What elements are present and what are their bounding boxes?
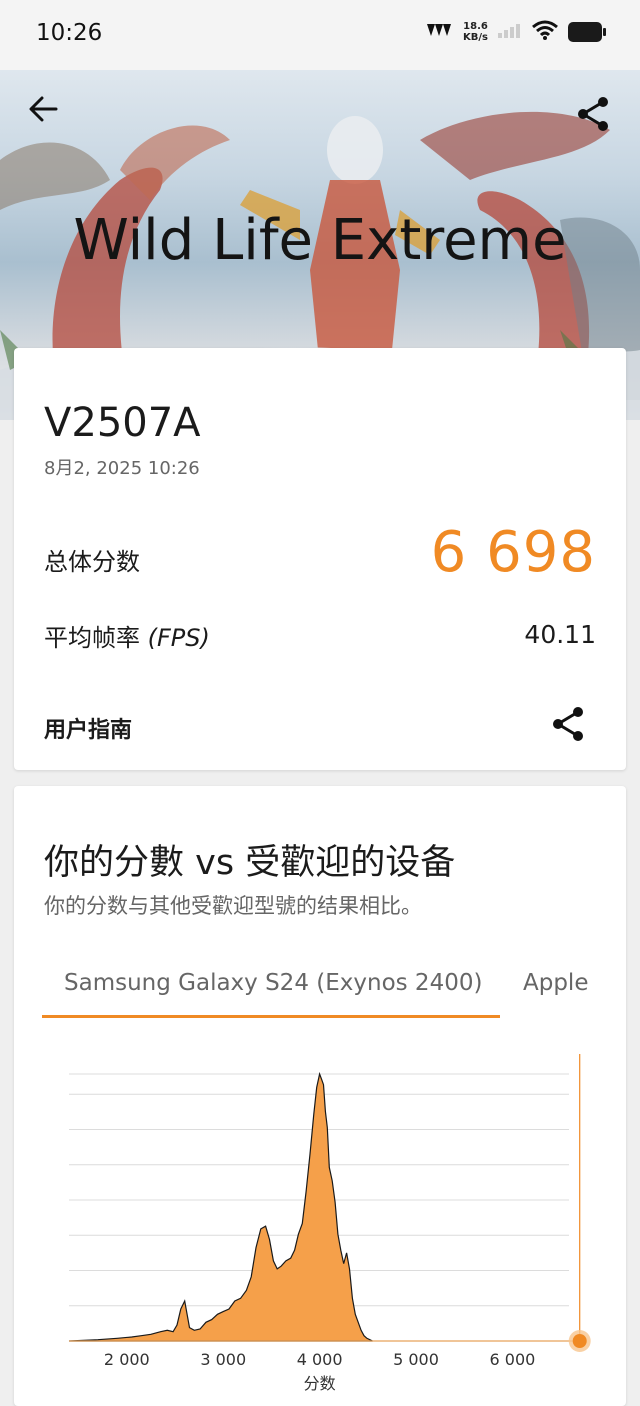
x-axis-label: 分数 [304,1374,336,1393]
device-name: V2507A [44,400,201,446]
fps-value: 40.11 [524,620,596,649]
your-score-marker [572,1334,587,1348]
x-tick-label: 2 000 [104,1350,150,1369]
x-tick-label: 5 000 [393,1350,439,1369]
status-icons: 18.6 KB/s [423,20,606,44]
fps-label: 平均帧率 (FPS) [44,624,210,652]
share-button[interactable] [576,96,620,140]
guide-share-button[interactable] [546,704,590,748]
share-icon [551,706,585,746]
battery-icon [568,22,606,42]
comparison-card: 你的分數 vs 受歡迎的设备 你的分数与其他受歡迎型號的结果相比。 Samsun… [14,786,626,1406]
user-guide-link[interactable]: 用户指南 [44,712,132,744]
wifi-icon [532,20,558,44]
status-bar: 10:26 18.6 KB/s [0,0,640,70]
cellular-signal-icon [498,22,522,42]
overall-score-label: 总体分数 [44,548,140,576]
score-distribution-chart: 2 000 3 000 4 000 5 000 6 000 分数 [68,1054,591,1393]
result-card: V2507A 8月2, 2025 10:26 总体分数 6 698 平均帧率 (… [14,348,626,770]
x-tick-label: 3 000 [200,1350,246,1369]
x-tick-label: 6 000 [490,1350,536,1369]
benchmark-title: Wild Life Extreme [73,208,567,273]
network-speed: 18.6 KB/s [463,21,488,43]
overall-score: 6 698 [430,520,596,585]
distribution-area [68,1071,373,1342]
back-button[interactable] [28,96,72,140]
test-date: 8月2, 2025 10:26 [44,458,200,479]
x-tick-label: 4 000 [297,1350,343,1369]
signal-strength-icon [423,21,453,43]
status-time: 10:26 [36,20,103,46]
